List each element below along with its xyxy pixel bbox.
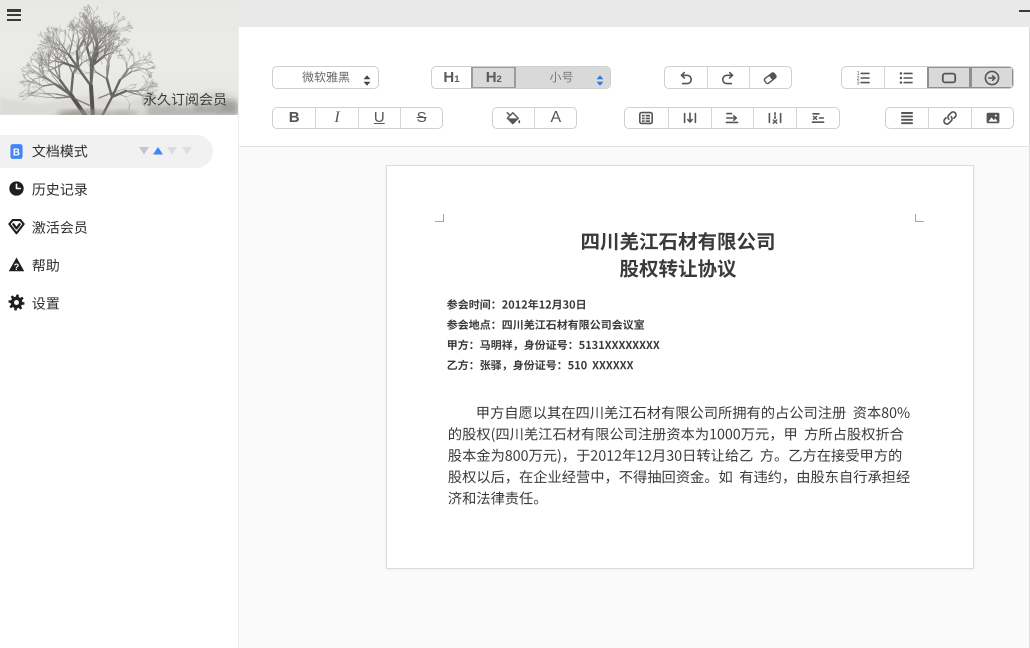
svg-text:B: B xyxy=(12,147,19,158)
svg-text:?: ? xyxy=(14,261,19,271)
svg-text:3: 3 xyxy=(857,80,860,86)
